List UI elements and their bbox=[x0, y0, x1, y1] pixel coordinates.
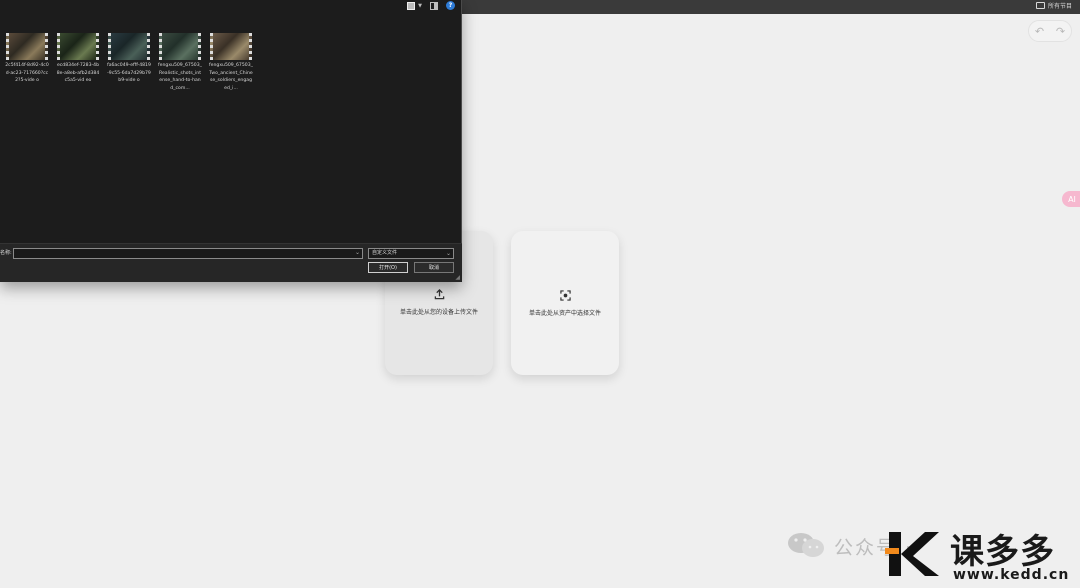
video-thumbnail bbox=[6, 33, 48, 60]
open-button[interactable]: 打开(O) bbox=[368, 262, 408, 273]
floating-assistant-label: AI bbox=[1068, 194, 1076, 204]
file-name: 2c5f414f-8d92-4c0d-ac23-717660?cc2?5-vid… bbox=[5, 63, 49, 83]
video-thumbnail bbox=[210, 33, 252, 60]
file-list: 2c5f414f-8d92-4c0d-ac23-717660?cc2?5-vid… bbox=[5, 33, 253, 92]
chevron-down-icon[interactable]: ⌄ bbox=[355, 249, 360, 256]
watermark-domain: www.kedd.cn bbox=[953, 567, 1070, 583]
file-name: fa6ac049-efff-4819-9c55-6da7d29b79b9-vid… bbox=[107, 63, 151, 83]
wechat-icon bbox=[788, 533, 824, 557]
kedd-logo-icon bbox=[885, 532, 939, 576]
file-item[interactable]: fengxu509_67503_Two_ancient_Chinese_sold… bbox=[209, 33, 253, 92]
floating-assistant-button[interactable]: AI bbox=[1062, 191, 1080, 207]
undo-redo-group: ↶ ↷ bbox=[1028, 20, 1072, 42]
undo-icon[interactable]: ↶ bbox=[1035, 25, 1044, 38]
topbar-right-label: 所有节目 bbox=[1047, 3, 1072, 10]
file-name: fengxu509_67503_Realistic_shots_intense_… bbox=[158, 63, 202, 91]
upload-icon bbox=[432, 287, 446, 301]
watermark-brand: 课多多 bbox=[950, 532, 1055, 572]
select-asset-card[interactable]: 单击此处从资产中选择文件 bbox=[511, 231, 619, 375]
file-type-select[interactable]: 自定义文件 ⌄ bbox=[368, 248, 454, 259]
file-open-dialog: ▼ ? 2c5f414f-8d92-4c0d-ac23-717660?cc2?5… bbox=[0, 0, 462, 282]
file-item[interactable]: 2c5f414f-8d92-4c0d-ac23-717660?cc2?5-vid… bbox=[5, 33, 49, 92]
video-thumbnail bbox=[108, 33, 150, 60]
file-item[interactable]: fa6ac049-efff-4819-9c55-6da7d29b79b9-vid… bbox=[107, 33, 151, 92]
chevron-down-icon[interactable]: ▼ bbox=[418, 3, 422, 9]
filename-label: 名称: bbox=[0, 250, 12, 256]
cancel-button[interactable]: 取消 bbox=[414, 262, 454, 273]
file-item[interactable]: fengxu509_67503_Realistic_shots_intense_… bbox=[158, 33, 202, 92]
resize-grip-icon[interactable]: ◢ bbox=[455, 274, 460, 281]
filename-input[interactable]: ⌄ bbox=[13, 248, 363, 259]
redo-icon[interactable]: ↷ bbox=[1056, 25, 1065, 38]
file-name: ecd834ef-7283-4b8e-a8eb-afb2d384c5a5-vid… bbox=[56, 63, 100, 83]
video-thumbnail bbox=[57, 33, 99, 60]
folder-icon bbox=[1035, 2, 1045, 9]
select-asset-label: 单击此处从资产中选择文件 bbox=[528, 310, 601, 317]
dialog-toolbar: ▼ ? bbox=[0, 0, 461, 12]
preview-pane-icon[interactable] bbox=[430, 1, 438, 10]
view-mode-icon[interactable] bbox=[407, 1, 416, 10]
help-icon[interactable]: ? bbox=[446, 1, 455, 10]
chevron-down-icon: ⌄ bbox=[445, 250, 451, 257]
file-name: fengxu509_67503_Two_ancient_Chinese_sold… bbox=[209, 63, 253, 91]
video-thumbnail bbox=[159, 33, 201, 60]
topbar-right-tools[interactable]: 所有节目 bbox=[1035, 1, 1072, 10]
file-item[interactable]: ecd834ef-7283-4b8e-a8eb-afb2d384c5a5-vid… bbox=[57, 33, 99, 92]
upload-local-label: 单击此处从您的设备上传文件 bbox=[399, 309, 478, 316]
asset-select-icon bbox=[558, 288, 572, 302]
watermark: 公众号 · 课多多 www.kedd.cn bbox=[786, 522, 1080, 584]
file-type-value: 自定义文件 bbox=[372, 250, 398, 256]
